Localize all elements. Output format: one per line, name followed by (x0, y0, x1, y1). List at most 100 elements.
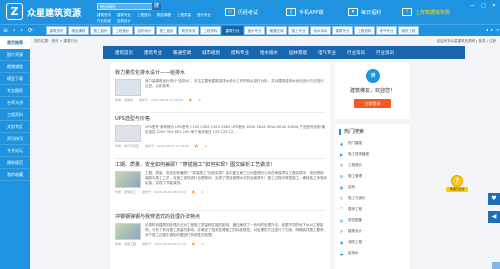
sidebar-item[interactable]: 首页推荐 (0, 37, 30, 49)
breadcrumb: 您的位置：首页 > 建筑行业 (34, 39, 78, 43)
article-title[interactable]: 工期、质量、安全如何兼顾？“穿插施工”如何实现？图文解析工艺做法！ (115, 161, 327, 168)
tab-item[interactable]: 工程造价 (112, 26, 133, 35)
tab-item[interactable]: 精品课程 (68, 26, 89, 35)
hot-tag[interactable]: 建筑专业 (117, 13, 131, 18)
maximize-button[interactable]: □ (481, 3, 486, 9)
feature-welfare[interactable]: ✦ 每日福利 (348, 8, 381, 16)
tab-item[interactable]: 建筑行业 (222, 26, 243, 35)
tab-item[interactable]: 给水排水 (310, 26, 331, 35)
tag-item[interactable]: ▶ 施工现场播报 (339, 149, 406, 160)
article-body: 我力量建筑优化设计“给排水”，本文主要就建筑给排水设计工作的特点进行分析，并对建… (115, 79, 327, 96)
login-links[interactable]: 欢迎来到众星建筑资源网 | 登录 | 注册 (437, 39, 496, 44)
pencil-icon: ✐ (339, 229, 344, 234)
sidebar-item[interactable]: 图片资源 (0, 49, 30, 61)
tab-item[interactable]: 暖通空调 (266, 26, 287, 35)
site-nav-link[interactable]: 城市规划 (202, 50, 220, 56)
article-thumbnail[interactable] (115, 171, 141, 188)
article-thumbnail[interactable] (115, 79, 141, 96)
search-input[interactable]: 热点网址 (97, 3, 153, 10)
login-button[interactable]: 立即登录 (354, 99, 391, 108)
favorite-button[interactable]: ♥ (488, 193, 500, 205)
close-button[interactable]: ✕ (492, 3, 496, 9)
article-item[interactable]: 冲钢钢弹钢与我穿透式的处理办法特点论现阶段建筑的处理办法对工程施工质量和性能的影… (115, 213, 327, 246)
minimize-button[interactable]: — (470, 3, 475, 9)
sound-button[interactable]: ◀ (488, 211, 500, 223)
resize-handle[interactable] (492, 262, 500, 269)
article-date: 发布于：2020-08-04 08:07:18 (142, 242, 186, 246)
tab-item[interactable]: 施工专业 (288, 26, 309, 35)
refresh-icon[interactable]: ⟳ (28, 27, 33, 34)
feedback-widget[interactable]: ? 有疑问反馈 (446, 175, 468, 195)
site-nav-link[interactable]: 建筑首页 (115, 50, 133, 56)
tab-item[interactable]: 路桥工程 (398, 26, 419, 35)
tag-item[interactable]: ▦ 结构 (339, 182, 406, 193)
back-icon[interactable]: ‹ (13, 27, 15, 34)
article-title[interactable]: 冲钢钢弹钢与我穿透式的处理办法特点 (115, 213, 327, 220)
feature-upload[interactable]: ↑ 上传数据库权限 (402, 8, 450, 16)
sidebar-item[interactable]: 文档专区 (0, 121, 30, 133)
tab-item[interactable]: 建筑专业 (332, 26, 353, 35)
tab-menu-icon[interactable]: ≡ (496, 27, 499, 32)
tag-item[interactable]: ¥ 工程造价 (339, 160, 406, 171)
article-title[interactable]: UPS选型与价格 (115, 115, 327, 122)
tab-item[interactable]: 结构设计 (134, 26, 155, 35)
site-nav-link[interactable]: 给水排水 (260, 50, 278, 56)
article-title[interactable]: 我力量优化排水设计——给排水 (115, 69, 327, 76)
tag-item[interactable]: ✎ 施工与造价 (339, 193, 406, 204)
sidebar-item[interactable]: 名师大讲 (0, 97, 30, 109)
sidebar-item[interactable]: 工程资料 (0, 109, 30, 121)
window-controls: — □ ✕ (470, 3, 496, 9)
article-thumbnail[interactable] (115, 223, 141, 240)
sidebar-item[interactable]: 我的收藏 (0, 169, 30, 181)
hot-tag[interactable]: 工程造价 (137, 13, 151, 18)
tag-item[interactable]: ◒ 给排水 (339, 248, 406, 259)
menu-icon[interactable]: ≡ (3, 27, 8, 34)
tab-item[interactable]: 规范标准 (178, 26, 199, 35)
site-nav-link[interactable]: 行业资讯 (376, 50, 394, 56)
tag-item[interactable]: ⌒ 路桥工程 (339, 204, 406, 215)
tag-item[interactable]: ◆ 消防工程 (339, 237, 406, 248)
site-nav-link[interactable]: 行业资讯 (347, 50, 365, 56)
site-nav-link[interactable]: 建筑专业 (144, 50, 162, 56)
tab-item[interactable]: 施工组织 (156, 26, 177, 35)
panel-title: 热门搜索 (339, 128, 406, 135)
tag-item[interactable]: ✐ 建筑设计 (339, 226, 406, 237)
sidebar-item[interactable]: 模型下载 (0, 73, 30, 85)
tab-item[interactable]: 工程资料 (200, 26, 221, 35)
tab-item[interactable]: 电气专业 (376, 26, 397, 35)
sidebar-item[interactable]: 专业图纸 (0, 85, 30, 97)
article-summary: 论现阶段建筑的处理办法对工程施工质量和性能的影响，通过阐述了一系列的处理办法，依… (145, 223, 327, 237)
scroll-right-icon[interactable]: ▸ (491, 27, 493, 32)
site-nav-link[interactable]: 电气专业 (318, 50, 336, 56)
article-views: 6 (201, 242, 204, 246)
forward-icon[interactable]: › (20, 27, 22, 34)
hot-search-panel: 热门搜索 ▲ 热门播报 ▶ 施工现场播报 ¥ 工程造价 ⚙ 施工管理 ▦ 结构 ✎ 施工与造价 ⌒ 路桥工… (335, 124, 410, 269)
tab-item[interactable]: 施工组织 (90, 26, 111, 35)
tab-item[interactable]: 造价专业 (244, 26, 265, 35)
site-nav-link[interactable]: 园林景观 (289, 50, 307, 56)
search-button[interactable]: 搜 (152, 3, 161, 10)
hot-tag[interactable]: 精品课程 (157, 13, 171, 18)
article-thumbnail[interactable] (115, 125, 141, 142)
article-item[interactable]: 工期、质量、安全如何兼顾？“穿插施工”如何实现？图文解析工艺做法！ 工期、质量、安… (115, 161, 327, 194)
hot-tag[interactable]: 工程质量 (177, 13, 191, 18)
tag-item[interactable]: ⚙ 施工管理 (339, 171, 406, 182)
site-nav-link[interactable]: 结构专业 (231, 50, 249, 56)
article-item[interactable]: UPS选型与价格 UPS型号 参考报价 UPS型号 C1KS C2KS C3KS … (115, 115, 327, 148)
tag-label: 消防工程 (348, 240, 362, 244)
site-nav-link[interactable]: 暖通空调 (173, 50, 191, 56)
tab-item[interactable]: 工程资料 (354, 26, 375, 35)
tag-item[interactable]: ▤ 规范图集 (339, 215, 406, 226)
sidebar-item[interactable]: 视频课程 (0, 61, 30, 73)
hot-tag[interactable]: 建筑资讯 (97, 13, 111, 18)
sidebar-item[interactable]: 建筑规范 (0, 157, 30, 169)
tab-item[interactable]: 建筑资讯 (46, 26, 67, 35)
feature-app[interactable]: ▯ 手机APP端 (286, 8, 323, 16)
scroll-left-icon[interactable]: ◂ (486, 27, 488, 32)
sidebar-item[interactable]: 专业论坛 (0, 145, 30, 157)
tag-item[interactable]: ▲ 热门播报 (339, 138, 406, 149)
article-item[interactable]: 我力量优化排水设计——给排水我力量建筑优化设计“给排水”，本文主要就建筑给排水设… (115, 69, 327, 102)
feature-exam[interactable]: ▭ 历经考试 (225, 8, 258, 16)
hot-tag[interactable]: 造价专业 (197, 13, 211, 18)
sidebar-item[interactable]: 资讯快讯 (0, 133, 30, 145)
